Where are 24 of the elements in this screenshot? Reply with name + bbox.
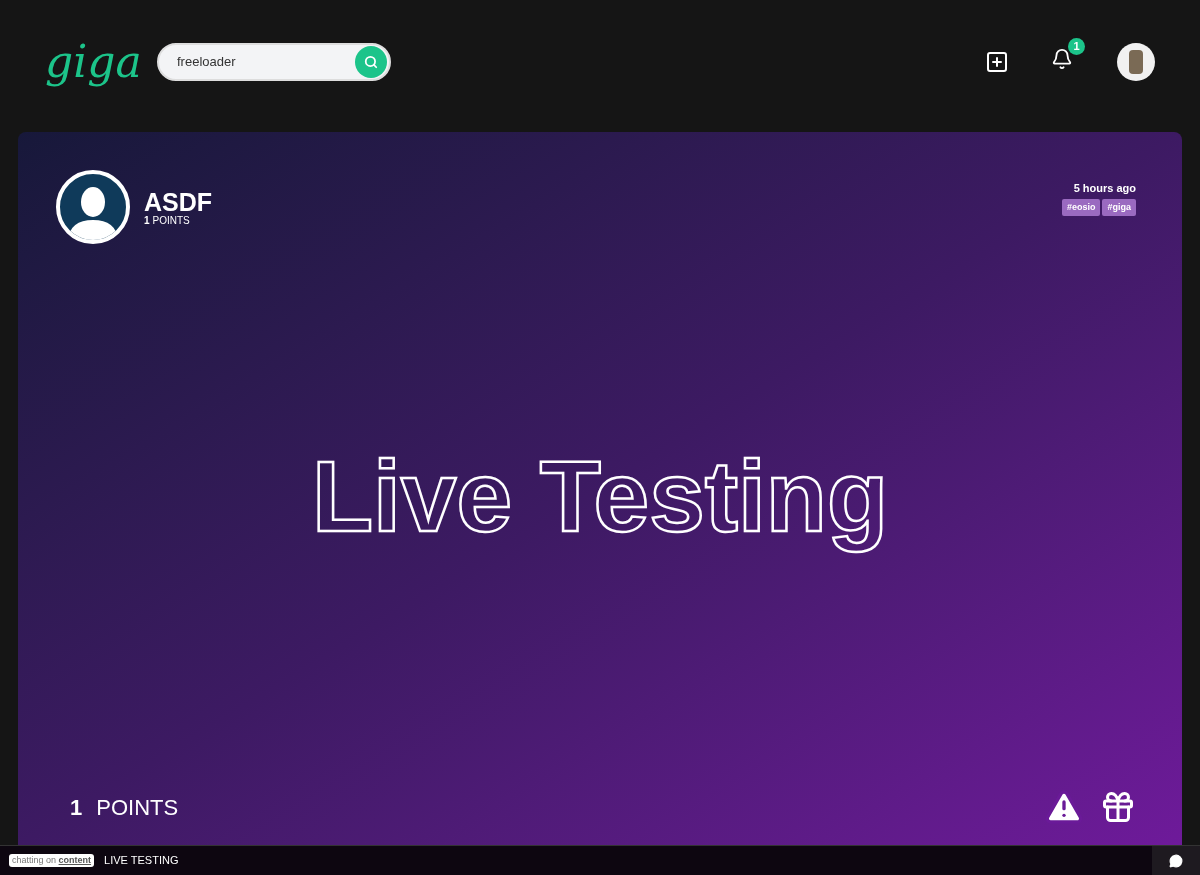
author-points-label: POINTS (152, 215, 190, 228)
post-time: 5 hours ago (1073, 181, 1136, 196)
speech-bubble-icon (1169, 853, 1183, 868)
post-title: Live Testing (312, 438, 888, 556)
search-input[interactable]: freeloader (177, 52, 355, 72)
search-icon (364, 55, 378, 69)
notification-badge: 1 (1068, 37, 1085, 55)
author-name[interactable]: ASDF (144, 190, 213, 215)
search-field[interactable]: freeloader (157, 43, 391, 81)
chat-button[interactable] (1152, 845, 1200, 875)
logo[interactable]: giga (45, 29, 157, 95)
chat-topic: LIVE TESTING (104, 853, 179, 869)
points-label: POINTS (96, 793, 179, 822)
create-post-button[interactable] (985, 50, 1009, 74)
tag-chip[interactable]: #eosio (1061, 198, 1101, 216)
content-link[interactable]: content (58, 854, 92, 865)
gift-button[interactable] (1100, 789, 1136, 825)
points-value: 1 (70, 793, 83, 822)
tag-chip[interactable]: #giga (1102, 198, 1136, 216)
author-points-value: 1 (144, 215, 150, 228)
chat-context-label: chatting on content (9, 853, 95, 868)
person-silhouette-icon (68, 184, 118, 240)
user-avatar[interactable] (1117, 43, 1155, 81)
notifications-button[interactable] (1051, 47, 1073, 70)
